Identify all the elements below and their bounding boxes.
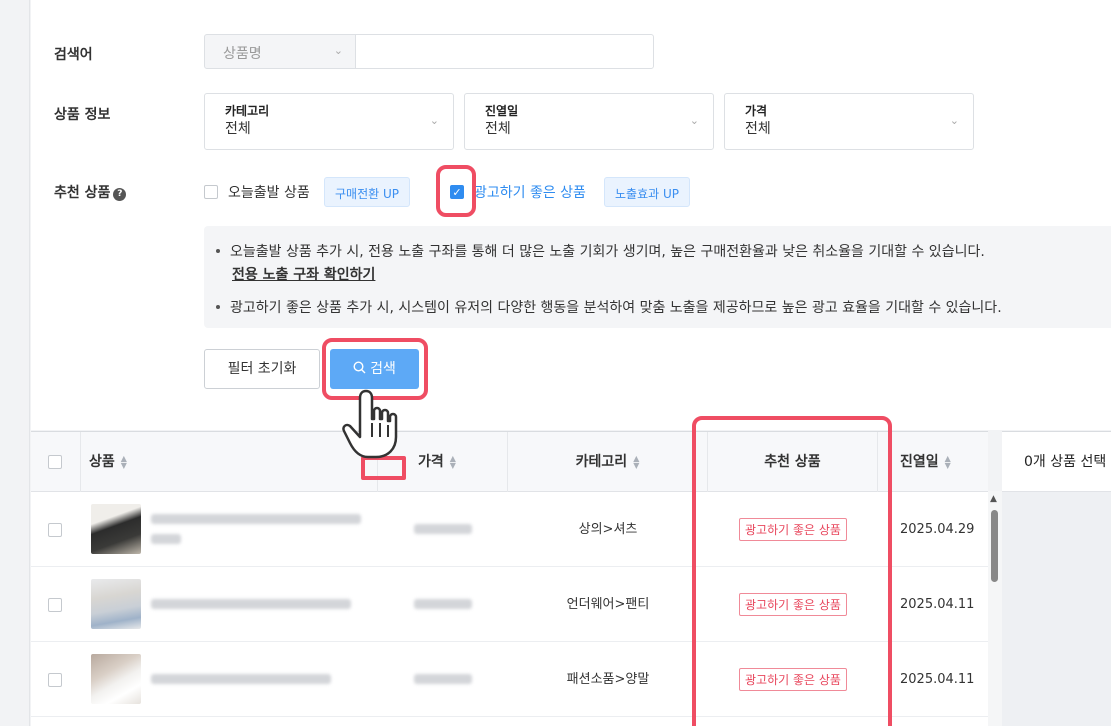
header-product[interactable]: 상품 ▲ ▼ — [81, 432, 378, 492]
chevron-down-icon: ⌄ — [949, 114, 959, 127]
notice-item: 오늘출발 상품 추가 시, 전용 노출 구좌를 통해 더 많은 노출 기회가 생… — [216, 241, 985, 261]
ad-friendly-label[interactable]: 광고하기 좋은 상품 — [474, 182, 586, 202]
header-category[interactable]: 카테고리 ▲ ▼ — [508, 432, 708, 492]
recommend-column-highlight — [692, 416, 892, 726]
conversion-up-badge: 구매전환 UP — [324, 177, 410, 207]
sort-icon: ▲ ▼ — [944, 454, 951, 470]
recommend-label-wrap: 추천 상품? — [54, 182, 127, 202]
row-date: 2025.04.11 — [900, 597, 975, 612]
category-dropdown[interactable]: 카테고리 전체 ⌄ — [204, 93, 454, 150]
bullet — [216, 249, 220, 253]
keyword-input[interactable] — [355, 34, 654, 69]
sort-icon: ▲ ▼ — [449, 454, 456, 470]
row-checkbox[interactable] — [48, 673, 62, 687]
selection-panel: 0개 상품 선택 — [1002, 431, 1111, 726]
notice-text-1: 오늘출발 상품 추가 시, 전용 노출 구좌를 통해 더 많은 노출 기회가 생… — [230, 244, 985, 260]
scrollbar-thumb[interactable] — [991, 510, 998, 582]
reset-filter-button[interactable]: 필터 초기화 — [204, 349, 320, 389]
keyword-type-value: 상품명 — [223, 46, 262, 62]
notice-box: 오늘출발 상품 추가 시, 전용 노출 구좌를 통해 더 많은 노출 기회가 생… — [204, 226, 1111, 328]
row-checkbox[interactable] — [48, 598, 62, 612]
product-name-blurred — [151, 599, 351, 609]
display-date-dropdown-value: 전체 — [485, 121, 511, 137]
display-date-dropdown-title: 진열일 — [485, 104, 519, 118]
hand-pointer-icon — [342, 389, 398, 459]
row-date: 2025.04.29 — [900, 522, 975, 537]
category-dropdown-title: 카테고리 — [225, 104, 270, 118]
row-category: 패션소품>양말 — [566, 672, 650, 687]
category-dropdown-value: 전체 — [225, 121, 251, 137]
today-shipping-label[interactable]: 오늘출발 상품 — [228, 182, 310, 202]
checkbox-highlight — [436, 165, 476, 217]
header-checkbox-cell — [31, 432, 81, 492]
chevron-down-icon: ⌄ — [333, 44, 343, 57]
product-thumbnail — [91, 654, 141, 704]
header-product-label: 상품 — [89, 454, 115, 470]
notice-text-2: 광고하기 좋은 상품 추가 시, 시스템이 유저의 다양한 행동을 분석하여 맞… — [230, 300, 1002, 316]
row-category: 상의>셔츠 — [578, 522, 638, 537]
product-thumbnail — [91, 504, 141, 554]
keyword-label: 검색어 — [54, 47, 93, 63]
price-dropdown[interactable]: 가격 전체 ⌄ — [724, 93, 974, 150]
recommend-label: 추천 상품 — [54, 185, 111, 201]
row-date: 2025.04.11 — [900, 672, 975, 687]
price-dropdown-title: 가격 — [745, 104, 768, 118]
select-all-checkbox[interactable] — [48, 455, 62, 469]
scroll-up-icon[interactable]: ▲ — [990, 494, 997, 504]
display-date-dropdown[interactable]: 진열일 전체 ⌄ — [464, 93, 714, 150]
price-dropdown-value: 전체 — [745, 121, 771, 137]
header-category-label: 카테고리 — [575, 454, 628, 470]
chevron-down-icon: ⌄ — [429, 114, 439, 127]
product-name-blurred — [151, 674, 331, 684]
product-name-blurred — [151, 534, 181, 544]
header-date[interactable]: 진열일 ▲ ▼ — [878, 432, 988, 492]
bullet — [216, 305, 220, 309]
exposure-slot-link[interactable]: 전용 노출 구좌 확인하기 — [232, 264, 375, 284]
sort-icon: ▲ ▼ — [120, 454, 127, 470]
product-info-label: 상품 정보 — [54, 107, 111, 123]
notice-item: 광고하기 좋은 상품 추가 시, 시스템이 유저의 다양한 행동을 분석하여 맞… — [216, 297, 1002, 317]
selection-count: 0개 상품 선택 — [1002, 432, 1111, 492]
chevron-down-icon: ⌄ — [689, 114, 699, 127]
product-price-blurred — [414, 524, 472, 534]
exposure-up-badge: 노출효과 UP — [604, 177, 690, 207]
today-shipping-checkbox[interactable] — [204, 185, 218, 199]
row-category: 언더웨어>팬티 — [566, 597, 650, 612]
product-thumbnail — [91, 579, 141, 629]
header-price-label: 가격 — [418, 454, 444, 470]
help-icon[interactable]: ? — [113, 188, 127, 201]
table-scrollbar[interactable]: ▲ — [988, 491, 1002, 726]
left-gutter — [0, 0, 30, 726]
sort-icon: ▲ ▼ — [633, 454, 640, 470]
header-date-label: 진열일 — [900, 454, 939, 470]
product-price-blurred — [414, 599, 472, 609]
keyword-type-select[interactable]: 상품명 ⌄ — [204, 34, 356, 69]
product-name-blurred — [151, 514, 361, 524]
row-checkbox[interactable] — [48, 523, 62, 537]
product-price-blurred — [414, 674, 472, 684]
